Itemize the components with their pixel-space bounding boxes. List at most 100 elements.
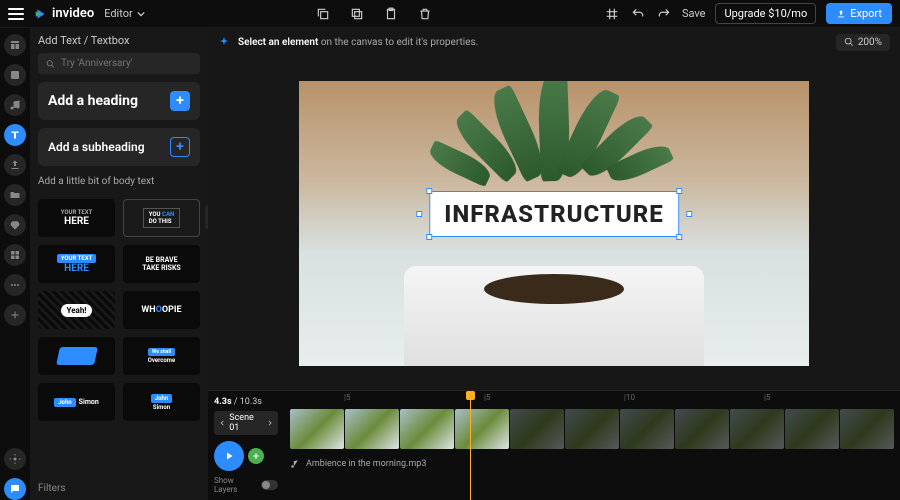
rail-more-icon[interactable] — [4, 304, 26, 326]
info-bar: Select an element on the canvas to edit … — [208, 28, 900, 56]
text-template[interactable]: We shall Overcome — [123, 337, 200, 375]
timeline-clip[interactable] — [675, 409, 729, 449]
text-template[interactable]: Yeah! — [38, 291, 115, 329]
search-input-wrap[interactable] — [38, 53, 200, 74]
timeline-clip[interactable] — [455, 409, 509, 449]
header-right: Save Upgrade $10/mo Export — [604, 3, 892, 24]
timeline-clip[interactable] — [620, 409, 674, 449]
rail-shapes-icon[interactable] — [4, 244, 26, 266]
text-template[interactable] — [38, 337, 115, 375]
video-track[interactable] — [284, 407, 900, 451]
header-center-tools — [155, 6, 594, 22]
audio-track[interactable]: Ambience in the morning.mp3 — [290, 455, 894, 473]
timeline-clip[interactable] — [345, 409, 399, 449]
search-icon — [46, 59, 55, 69]
duplicate-icon[interactable] — [349, 6, 365, 22]
rail-sticker-icon[interactable] — [4, 214, 26, 236]
timeline-clip[interactable] — [730, 409, 784, 449]
add-scene-button[interactable]: + — [248, 448, 264, 464]
filters-label[interactable]: Filters — [38, 477, 200, 494]
video-canvas[interactable]: INFRASTRUCTURE — [299, 81, 809, 366]
redo-icon[interactable] — [656, 6, 672, 22]
timeline-clip[interactable] — [840, 409, 894, 449]
text-template[interactable]: YOU CANDO THIS — [123, 199, 200, 237]
toggle-icon — [261, 480, 278, 490]
timeline-timecode: 4.3s / 10.3s — [214, 397, 278, 407]
timeline-clip[interactable] — [290, 409, 344, 449]
canvas-area[interactable]: INFRASTRUCTURE — [208, 56, 900, 390]
timeline-main[interactable]: |5 |5 |10 |5 — [284, 391, 900, 500]
rail-folder-icon[interactable] — [4, 184, 26, 206]
resize-handle-mr[interactable] — [686, 211, 692, 217]
add-body-text-button[interactable]: Add a little bit of body text — [38, 176, 200, 187]
content-area: Select an element on the canvas to edit … — [208, 28, 900, 500]
zoom-icon — [844, 37, 854, 47]
rail-templates-icon[interactable] — [4, 34, 26, 56]
text-template[interactable]: YOUR TEXT HERE — [38, 199, 115, 237]
play-button[interactable] — [214, 441, 244, 471]
resize-handle-tr[interactable] — [676, 188, 682, 194]
left-rail — [0, 28, 30, 500]
rail-text-icon[interactable] — [4, 124, 26, 146]
timeline-ruler[interactable]: |5 |5 |10 |5 — [284, 391, 900, 407]
brand-text: invideo — [52, 6, 94, 21]
timeline-clip[interactable] — [565, 409, 619, 449]
playhead[interactable] — [470, 391, 471, 500]
show-layers-toggle[interactable]: Show Layers — [214, 476, 278, 494]
timeline-clip[interactable] — [510, 409, 564, 449]
app-header: invideo Editor Save Upgrade $10/mo Expor… — [0, 0, 900, 28]
paste-icon[interactable] — [383, 6, 399, 22]
text-template[interactable]: BE BRAVE TAKE RISKS — [123, 245, 200, 283]
chevron-left-icon — [219, 419, 226, 427]
add-subheading-label: Add a subheading — [48, 140, 145, 154]
upgrade-button[interactable]: Upgrade $10/mo — [715, 3, 816, 24]
plus-outline-icon: + — [170, 137, 190, 157]
add-subheading-button[interactable]: Add a subheading + — [38, 128, 200, 166]
text-template[interactable]: WHOOPIE — [123, 291, 200, 329]
rail-settings-icon[interactable] — [4, 448, 26, 470]
rail-upload-icon[interactable] — [4, 154, 26, 176]
text-template[interactable]: YOUR TEXT HERE — [38, 245, 115, 283]
plus-icon: + — [170, 91, 190, 111]
resize-handle-ml[interactable] — [416, 211, 422, 217]
save-button[interactable]: Save — [682, 7, 706, 20]
text-template[interactable]: John Simon — [38, 383, 115, 421]
resize-handle-br[interactable] — [676, 234, 682, 240]
header-left: invideo Editor — [8, 6, 145, 21]
editor-dropdown[interactable]: Editor — [104, 7, 145, 20]
undo-icon[interactable] — [630, 6, 646, 22]
zoom-control[interactable]: 200% — [836, 34, 890, 51]
scene-dropdown[interactable]: Scene 01 — [214, 411, 278, 435]
chevron-down-icon — [137, 10, 145, 18]
rail-effects-icon[interactable] — [4, 274, 26, 296]
copy-icon[interactable] — [315, 6, 331, 22]
timeline-clip[interactable] — [400, 409, 454, 449]
sidebar-title: Add Text / Textbox — [38, 34, 200, 47]
play-icon — [223, 450, 235, 462]
text-template[interactable]: John Simon — [123, 383, 200, 421]
add-heading-button[interactable]: Add a heading + — [38, 82, 200, 120]
export-label: Export — [850, 7, 882, 20]
timeline-controls: 4.3s / 10.3s Scene 01 + Show Layers — [208, 391, 284, 500]
selected-text-element[interactable]: INFRASTRUCTURE — [429, 191, 679, 237]
sparkle-icon — [218, 36, 230, 48]
resize-handle-bl[interactable] — [426, 234, 432, 240]
export-icon — [836, 9, 846, 19]
rail-help-icon[interactable] — [4, 478, 26, 500]
text-sidebar: Add Text / Textbox Add a heading + Add a… — [30, 28, 208, 500]
editor-label: Editor — [104, 7, 133, 20]
music-note-icon — [290, 459, 300, 469]
rail-music-icon[interactable] — [4, 94, 26, 116]
search-input[interactable] — [61, 58, 192, 69]
text-element-content: INFRASTRUCTURE — [444, 200, 664, 228]
timeline: 4.3s / 10.3s Scene 01 + Show Layers — [208, 390, 900, 500]
hamburger-menu-icon[interactable] — [8, 8, 24, 20]
timeline-clip[interactable] — [785, 409, 839, 449]
zoom-value: 200% — [858, 37, 882, 48]
grid-icon[interactable] — [604, 6, 620, 22]
delete-icon[interactable] — [417, 6, 433, 22]
resize-handle-tl[interactable] — [426, 188, 432, 194]
rail-media-icon[interactable] — [4, 64, 26, 86]
text-template-grid: YOUR TEXT HERE YOU CANDO THIS YOUR TEXT … — [38, 199, 200, 421]
export-button[interactable]: Export — [826, 3, 892, 24]
